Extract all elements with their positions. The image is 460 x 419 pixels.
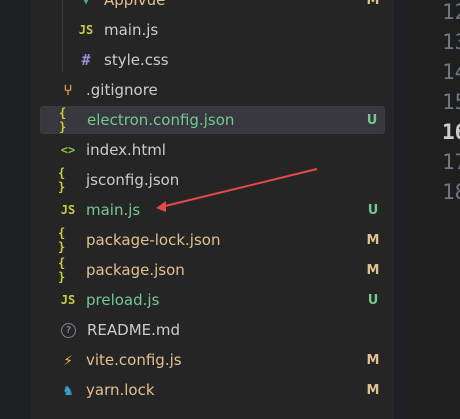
git-status-badge: M	[366, 232, 380, 248]
file-tree-item[interactable]: ? README.md	[40, 316, 385, 344]
git-status-badge: M	[366, 0, 380, 8]
file-name: electron.config.json	[87, 111, 235, 129]
line-number: 17	[442, 150, 460, 174]
file-name: package.json	[86, 261, 185, 279]
html-icon: <>	[60, 143, 76, 157]
line-number: 12	[442, 0, 460, 24]
js-icon: JS	[60, 203, 76, 217]
file-name: style.css	[104, 51, 169, 69]
vue-icon: ▼	[82, 0, 90, 7]
js-icon: JS	[78, 23, 94, 37]
file-tree-item[interactable]: { } jsconfig.json	[40, 166, 385, 194]
file-name: vite.config.js	[86, 351, 182, 369]
git-status-badge: U	[367, 202, 379, 218]
file-tree-item[interactable]: # style.css	[40, 46, 385, 74]
git-status-badge: M	[366, 352, 380, 368]
file-tree-item[interactable]: ▼ AppIvue M	[40, 0, 385, 14]
file-tree-item[interactable]: { } electron.config.json U	[40, 106, 385, 134]
json-icon: { }	[58, 166, 66, 194]
yarn-icon: ♞	[63, 381, 73, 399]
json-icon: { }	[58, 226, 66, 254]
git-status-badge: U	[367, 292, 379, 308]
editor-divider	[394, 0, 406, 419]
line-number: 14	[442, 60, 460, 84]
file-name: index.html	[86, 141, 166, 159]
editor-line-gutter: 12 13 14 15 16 17 18	[406, 0, 460, 419]
file-tree-item[interactable]: JS preload.js U	[40, 286, 385, 314]
file-tree-item[interactable]: { } package.json M	[40, 256, 385, 284]
file-tree-item[interactable]: ♞ yarn.lock M	[40, 376, 385, 404]
file-tree-item[interactable]: <> index.html	[40, 136, 385, 164]
lightning-icon: ⚡	[63, 351, 73, 369]
json-icon: { }	[58, 256, 66, 284]
file-name: preload.js	[86, 291, 160, 309]
file-name: yarn.lock	[86, 381, 155, 399]
file-tree-item[interactable]: JS main.js	[40, 16, 385, 44]
json-icon: { }	[59, 106, 67, 134]
file-name: .gitignore	[86, 81, 158, 99]
line-number: 15	[442, 90, 460, 114]
git-status-badge: M	[366, 262, 380, 278]
file-tree-item[interactable]: ⚡ vite.config.js M	[40, 346, 385, 374]
app-window: ▼ AppIvue M JS main.js # style.css ⑂ .gitignore {…	[0, 0, 460, 419]
file-name: package-lock.json	[86, 231, 221, 249]
file-name: main.js	[86, 201, 141, 219]
file-name: main.js	[104, 21, 159, 39]
git-status-badge: U	[366, 112, 378, 128]
file-name: jsconfig.json	[86, 171, 180, 189]
file-name: AppIvue	[104, 0, 166, 9]
line-number: 18	[442, 180, 460, 204]
activity-bar	[0, 0, 31, 419]
git-icon: ⑂	[63, 81, 73, 99]
js-icon: JS	[60, 293, 76, 307]
file-name: README.md	[87, 321, 181, 339]
file-explorer: ▼ AppIvue M JS main.js # style.css ⑂ .gitignore {…	[31, 0, 394, 419]
line-number: 13	[442, 30, 460, 54]
file-tree-item[interactable]: JS main.js U	[40, 196, 385, 224]
line-number: 16	[442, 120, 460, 144]
git-status-badge: M	[366, 382, 380, 398]
file-tree-item[interactable]: { } package-lock.json M	[40, 226, 385, 254]
hash-icon: #	[81, 51, 91, 69]
file-tree-item[interactable]: ⑂ .gitignore	[40, 76, 385, 104]
info-icon: ?	[61, 322, 76, 338]
